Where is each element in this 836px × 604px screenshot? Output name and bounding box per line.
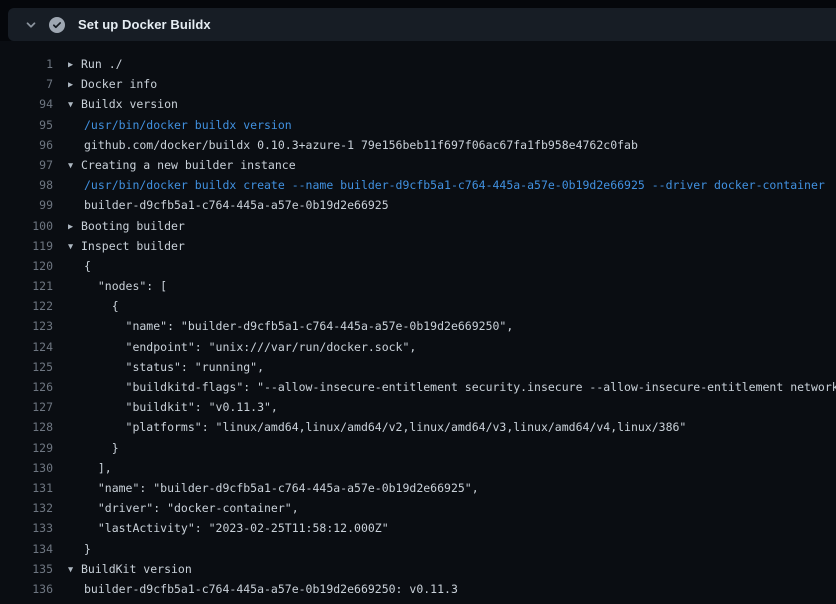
- line-number[interactable]: 120: [0, 256, 53, 276]
- log-row: 131 "name": "builder-d9cfb5a1-c764-445a-…: [0, 478, 836, 498]
- log-row: 129 }: [0, 438, 836, 458]
- line-number[interactable]: 7: [0, 74, 53, 94]
- log-text: "status": "running",: [68, 360, 264, 374]
- log-row: 96 github.com/docker/buildx 0.10.3+azure…: [0, 135, 836, 155]
- triangle-down-icon: ▼: [68, 156, 81, 176]
- log-group-row[interactable]: 100 ▶Booting builder: [0, 216, 836, 236]
- log-text: ],: [68, 461, 112, 475]
- line-number[interactable]: 126: [0, 377, 53, 397]
- log-row: 130 ],: [0, 458, 836, 478]
- log-row: 125 "status": "running",: [0, 357, 836, 377]
- triangle-right-icon: ▶: [68, 75, 81, 95]
- log-text: Docker info: [81, 77, 157, 91]
- log-text: /usr/bin/docker buildx version: [68, 118, 292, 132]
- line-number[interactable]: 100: [0, 216, 53, 236]
- line-number[interactable]: 1: [0, 54, 53, 74]
- log-group-row[interactable]: 97 ▼Creating a new builder instance: [0, 155, 836, 175]
- log-text: "nodes": [: [68, 279, 167, 293]
- log-text: "buildkit": "v0.11.3",: [68, 400, 278, 414]
- log-text: "name": "builder-d9cfb5a1-c764-445a-a57e…: [68, 319, 513, 333]
- log-lines: 1 ▶Run ./ 7 ▶Docker info 94 ▼Buildx vers…: [0, 54, 836, 599]
- line-number[interactable]: 97: [0, 155, 53, 175]
- log-group-row[interactable]: 119 ▼Inspect builder: [0, 236, 836, 256]
- line-number[interactable]: 131: [0, 478, 53, 498]
- step-header[interactable]: Set up Docker Buildx: [8, 8, 836, 41]
- line-number[interactable]: 123: [0, 316, 53, 336]
- triangle-down-icon: ▼: [68, 95, 81, 115]
- line-number[interactable]: 96: [0, 135, 53, 155]
- line-number[interactable]: 128: [0, 417, 53, 437]
- line-number[interactable]: 129: [0, 438, 53, 458]
- log-group-row[interactable]: 1 ▶Run ./: [0, 54, 836, 74]
- log-text: Buildx version: [81, 97, 178, 111]
- chevron-down-icon[interactable]: [23, 17, 39, 33]
- log-row: 123 "name": "builder-d9cfb5a1-c764-445a-…: [0, 316, 836, 336]
- line-number[interactable]: 119: [0, 236, 53, 256]
- triangle-down-icon: ▼: [68, 560, 81, 580]
- line-number[interactable]: 132: [0, 498, 53, 518]
- check-circle-icon: [49, 17, 65, 33]
- log-row: 133 "lastActivity": "2023-02-25T11:58:12…: [0, 518, 836, 538]
- triangle-right-icon: ▶: [68, 217, 81, 237]
- log-row: 127 "buildkit": "v0.11.3",: [0, 397, 836, 417]
- log-group-row[interactable]: 94 ▼Buildx version: [0, 94, 836, 114]
- log-row: 136 builder-d9cfb5a1-c764-445a-a57e-0b19…: [0, 579, 836, 599]
- line-number[interactable]: 94: [0, 94, 53, 114]
- log-row: 121 "nodes": [: [0, 276, 836, 296]
- log-group-row[interactable]: 135 ▼BuildKit version: [0, 559, 836, 579]
- line-number[interactable]: 127: [0, 397, 53, 417]
- log-text: "lastActivity": "2023-02-25T11:58:12.000…: [68, 521, 389, 535]
- log-container[interactable]: 1 ▶Run ./ 7 ▶Docker info 94 ▼Buildx vers…: [0, 41, 836, 604]
- log-row: 124 "endpoint": "unix:///var/run/docker.…: [0, 337, 836, 357]
- log-row: 122 {: [0, 296, 836, 316]
- log-text: {: [68, 299, 119, 313]
- line-number[interactable]: 134: [0, 539, 53, 559]
- log-text: "driver": "docker-container",: [68, 501, 299, 515]
- log-text: }: [68, 441, 119, 455]
- log-text: builder-d9cfb5a1-c764-445a-a57e-0b19d2e6…: [68, 198, 389, 212]
- line-number[interactable]: 95: [0, 115, 53, 135]
- log-text: github.com/docker/buildx 0.10.3+azure-1 …: [68, 138, 638, 152]
- line-number[interactable]: 135: [0, 559, 53, 579]
- triangle-down-icon: ▼: [68, 237, 81, 257]
- log-text: Creating a new builder instance: [81, 158, 296, 172]
- log-row: 134 }: [0, 539, 836, 559]
- line-number[interactable]: 121: [0, 276, 53, 296]
- log-text: Inspect builder: [81, 239, 185, 253]
- log-text: BuildKit version: [81, 562, 192, 576]
- log-text: "platforms": "linux/amd64,linux/amd64/v2…: [68, 420, 686, 434]
- log-row: 95 /usr/bin/docker buildx version: [0, 115, 836, 135]
- line-number[interactable]: 98: [0, 175, 53, 195]
- log-row: 99 builder-d9cfb5a1-c764-445a-a57e-0b19d…: [0, 195, 836, 215]
- log-row: 120 {: [0, 256, 836, 276]
- step-title: Set up Docker Buildx: [78, 17, 211, 32]
- line-number[interactable]: 99: [0, 195, 53, 215]
- line-number[interactable]: 124: [0, 337, 53, 357]
- line-number[interactable]: 133: [0, 518, 53, 538]
- line-number[interactable]: 136: [0, 579, 53, 599]
- log-text: {: [68, 259, 91, 273]
- log-row: 132 "driver": "docker-container",: [0, 498, 836, 518]
- log-text: "endpoint": "unix:///var/run/docker.sock…: [68, 340, 416, 354]
- log-text: "name": "builder-d9cfb5a1-c764-445a-a57e…: [68, 481, 479, 495]
- line-number[interactable]: 125: [0, 357, 53, 377]
- triangle-right-icon: ▶: [68, 55, 81, 75]
- log-text: /usr/bin/docker buildx create --name bui…: [68, 178, 825, 192]
- log-row: 128 "platforms": "linux/amd64,linux/amd6…: [0, 417, 836, 437]
- log-group-row[interactable]: 7 ▶Docker info: [0, 74, 836, 94]
- log-text: }: [68, 542, 91, 556]
- log-row: 98 /usr/bin/docker buildx create --name …: [0, 175, 836, 195]
- log-row: 126 "buildkitd-flags": "--allow-insecure…: [0, 377, 836, 397]
- line-number[interactable]: 130: [0, 458, 53, 478]
- log-text: Booting builder: [81, 219, 185, 233]
- log-text: builder-d9cfb5a1-c764-445a-a57e-0b19d2e6…: [68, 582, 458, 596]
- log-text: Run ./: [81, 57, 123, 71]
- log-text: "buildkitd-flags": "--allow-insecure-ent…: [68, 380, 836, 394]
- line-number[interactable]: 122: [0, 296, 53, 316]
